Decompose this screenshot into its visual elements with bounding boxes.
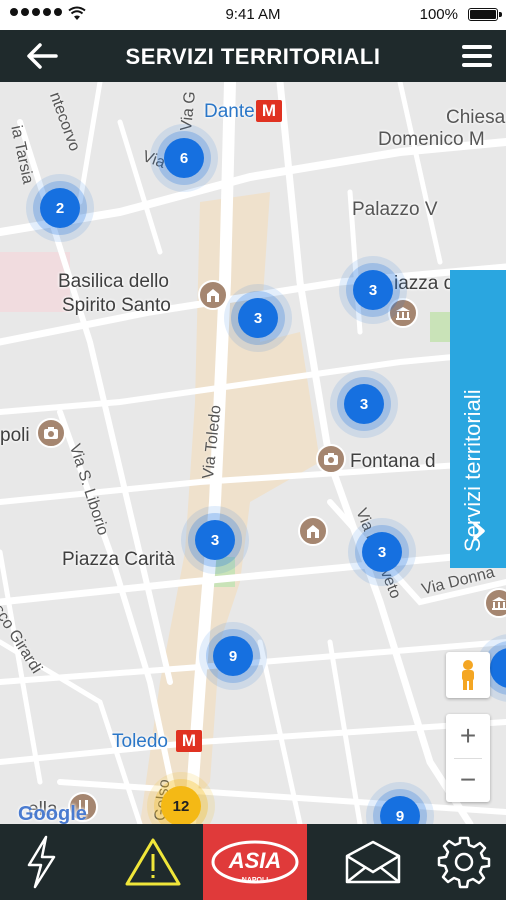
camera-poi-icon[interactable] bbox=[316, 444, 346, 474]
servizi-territoriali-side-tab[interactable]: Servizi territoriali bbox=[450, 270, 506, 568]
map-label-basilica-1: Basilica dello bbox=[58, 271, 169, 292]
nav-settings-button[interactable] bbox=[422, 824, 506, 900]
gear-icon bbox=[437, 836, 491, 889]
map-label-domenico: Domenico M bbox=[378, 129, 485, 150]
street-view-pegman-icon[interactable] bbox=[446, 652, 490, 698]
metro-toledo-icon: M bbox=[176, 730, 202, 752]
zoom-in-button[interactable]: + bbox=[446, 714, 490, 758]
map-label-chiesa: Chiesa bbox=[446, 107, 506, 128]
map-label-piazza-carita: Piazza Carità bbox=[62, 549, 175, 570]
lightning-icon bbox=[27, 835, 56, 889]
zoom-out-button[interactable]: − bbox=[446, 758, 490, 802]
zoom-control: + − bbox=[446, 714, 490, 802]
battery-icon bbox=[468, 8, 502, 21]
map-label-basilica-2: Spirito Santo bbox=[62, 295, 171, 316]
map-view[interactable]: Dante M Chiesa Domenico M Palazzo V Basi… bbox=[0, 82, 506, 824]
church-poi-icon[interactable] bbox=[198, 280, 228, 310]
nav-warning-button[interactable] bbox=[110, 824, 196, 900]
camera-poi-icon[interactable] bbox=[36, 418, 66, 448]
nav-message-button[interactable] bbox=[332, 824, 414, 900]
map-label-fontana: Fontana d bbox=[350, 451, 436, 472]
bottom-navigation: ASIA NAPOLI bbox=[0, 824, 506, 900]
status-bar: 9:41 AM 100% bbox=[0, 0, 506, 30]
svg-text:ASIA: ASIA bbox=[228, 848, 282, 873]
nav-lightning-button[interactable] bbox=[0, 824, 82, 900]
map-label-toledo: Toledo bbox=[112, 731, 168, 752]
hamburger-menu-icon[interactable] bbox=[460, 42, 494, 70]
map-cluster-marker[interactable]: 3 bbox=[195, 520, 235, 560]
map-cluster-marker[interactable]: 3 bbox=[344, 384, 384, 424]
map-label-dante: Dante bbox=[204, 101, 255, 122]
asia-napoli-logo: ASIA NAPOLI bbox=[211, 840, 299, 884]
page-title: SERVIZI TERRITORIALI bbox=[125, 44, 381, 69]
zoom-divider bbox=[454, 758, 482, 759]
metro-dante-icon: M bbox=[256, 100, 282, 122]
map-label-palazzo: Palazzo V bbox=[352, 199, 438, 220]
map-cluster-marker[interactable]: 2 bbox=[40, 188, 80, 228]
museum-poi-icon[interactable] bbox=[388, 298, 418, 328]
chevron-right-icon bbox=[473, 522, 485, 540]
svg-text:NAPOLI: NAPOLI bbox=[242, 877, 269, 884]
warning-icon bbox=[125, 838, 181, 886]
museum-poi-icon[interactable] bbox=[484, 588, 506, 618]
church-poi-icon[interactable] bbox=[298, 516, 328, 546]
map-cluster-marker[interactable]: 9 bbox=[213, 636, 253, 676]
battery-percent: 100% bbox=[419, 6, 458, 23]
nav-asia-napoli-button[interactable]: ASIA NAPOLI bbox=[203, 824, 307, 900]
map-cluster-marker[interactable]: 3 bbox=[238, 298, 278, 338]
app-header: SERVIZI TERRITORIALI bbox=[0, 30, 506, 82]
map-label-piazza-d: iazza d bbox=[394, 273, 455, 294]
map-cluster-marker[interactable]: 3 bbox=[362, 532, 402, 572]
google-logo: Google bbox=[18, 803, 87, 824]
map-cluster-marker[interactable]: 6 bbox=[164, 138, 204, 178]
map-cluster-marker[interactable]: 12 bbox=[161, 786, 201, 824]
map-cluster-marker[interactable]: 3 bbox=[353, 270, 393, 310]
map-label-poli: poli bbox=[0, 425, 30, 446]
envelope-icon bbox=[345, 840, 401, 884]
